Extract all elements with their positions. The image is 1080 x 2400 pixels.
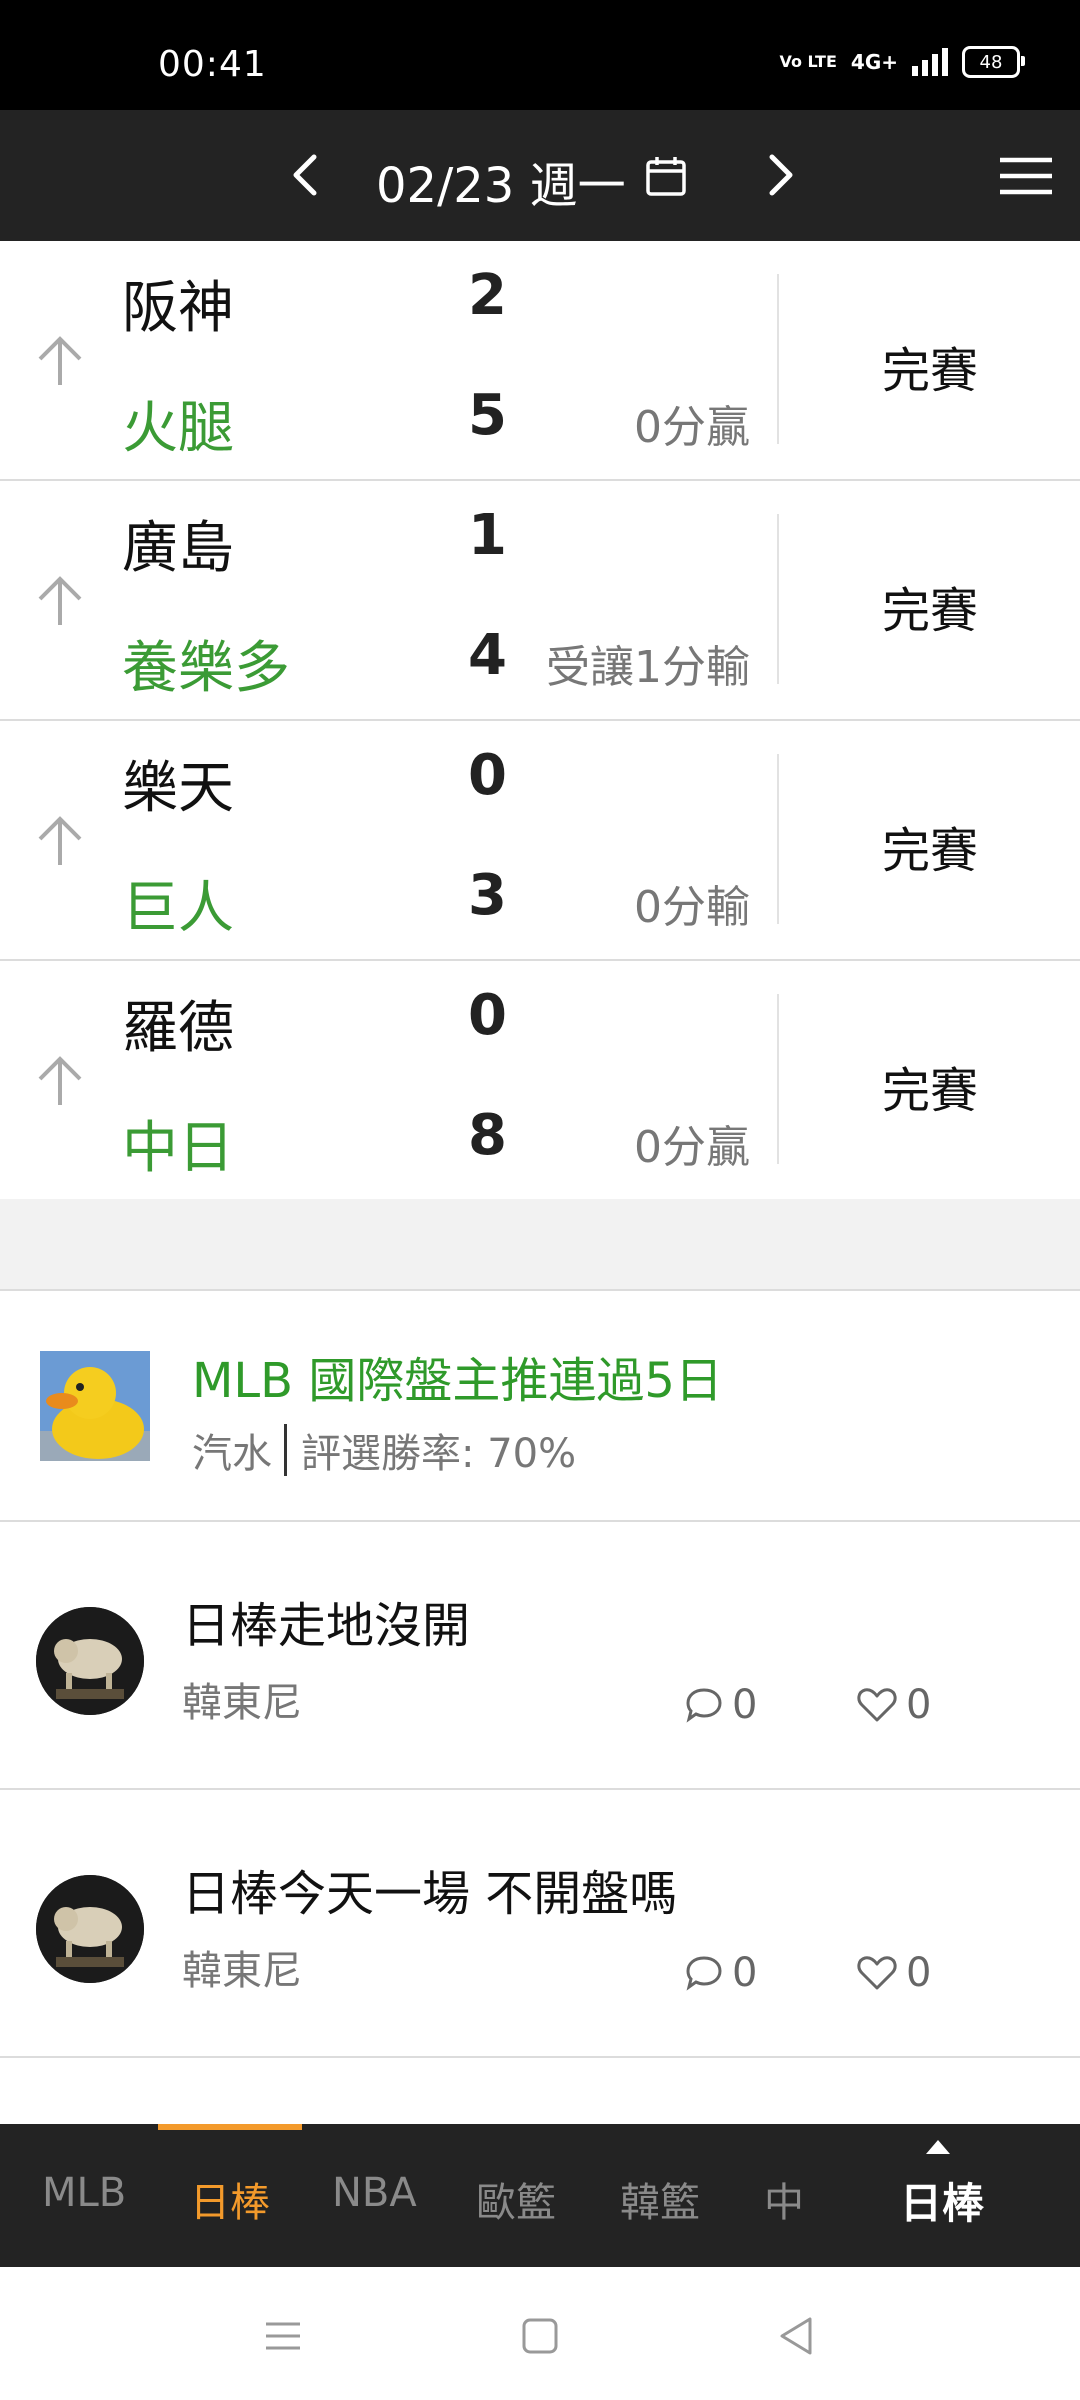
hamburger-menu-icon[interactable] [996, 154, 1056, 198]
calendar-icon[interactable] [644, 154, 688, 198]
home-team: 中日 [122, 1116, 234, 1181]
divider [777, 994, 779, 1164]
game-row[interactable]: 樂天 0 巨人 3 0分輸 完賽 [0, 721, 1080, 961]
previous-day-button[interactable] [270, 140, 340, 210]
like-count: 0 [906, 1682, 932, 1728]
featured-post[interactable]: MLB 國際盤主推連過5日 汽水 評選勝率: 70% [0, 1291, 1080, 1522]
game-status: 完賽 [882, 823, 979, 879]
home-team: 巨人 [122, 876, 234, 941]
caret-up-icon[interactable] [924, 2138, 952, 2156]
divider [777, 514, 779, 684]
arrow-up-icon[interactable] [34, 333, 86, 389]
like-button[interactable]: 0 [856, 1682, 931, 1728]
tab-euro-basketball[interactable]: 歐籃 [476, 2170, 556, 2228]
system-nav-bar [0, 2267, 1080, 2400]
featured-post-meta: 汽水 評選勝率: 70% [192, 1421, 576, 1479]
arrow-up-icon[interactable] [34, 813, 86, 869]
post-author: 韓東尼 [182, 1680, 302, 1726]
forum-post[interactable]: 日棒走地沒開 韓東尼 0 0 [0, 1522, 1080, 1790]
home-score: 4 [468, 623, 507, 688]
tab-korea-basketball[interactable]: 韓籃 [620, 2170, 700, 2228]
bull-statue-avatar [36, 1875, 144, 1983]
status-icons: Vo LTE 4G+ 48 [779, 46, 1025, 78]
battery-icon: 48 [962, 46, 1025, 78]
handicap-result: 0分輸 [634, 882, 750, 933]
comment-count: 0 [732, 1682, 758, 1728]
home-icon[interactable] [515, 2311, 565, 2361]
back-icon[interactable] [772, 2311, 822, 2361]
handicap-result: 0分贏 [634, 1122, 750, 1173]
home-score: 5 [468, 383, 507, 448]
games-list: 阪神 2 火腿 5 0分贏 完賽 廣島 1 養樂多 4 受讓1分輸 完賽 樂天 … [0, 241, 1080, 1201]
game-row[interactable]: 廣島 1 養樂多 4 受讓1分輸 完賽 [0, 481, 1080, 721]
section-spacer [0, 1199, 1080, 1291]
battery-level: 48 [979, 51, 1003, 73]
chevron-right-icon [769, 154, 793, 196]
active-tab-indicator [158, 2124, 302, 2130]
avatar [36, 1607, 144, 1715]
divider [777, 754, 779, 924]
handicap-result: 0分贏 [634, 402, 750, 453]
comment-icon [686, 1956, 722, 1991]
away-score: 2 [468, 263, 507, 328]
comment-count: 0 [732, 1950, 758, 1996]
forum-post[interactable]: 日棒今天一場 不開盤嗎 韓東尼 0 0 [0, 1790, 1080, 2058]
home-team: 火腿 [122, 396, 234, 461]
rubber-duck-thumbnail [40, 1351, 150, 1461]
featured-author: 汽水 [192, 1431, 272, 1477]
handicap-result: 受讓1分輸 [546, 642, 750, 693]
status-bar: 00:41 Vo LTE 4G+ 48 [0, 0, 1080, 110]
game-row[interactable]: 阪神 2 火腿 5 0分贏 完賽 [0, 241, 1080, 481]
status-time: 00:41 [158, 44, 267, 85]
arrow-up-icon[interactable] [34, 573, 86, 629]
chevron-left-icon [293, 154, 317, 196]
bull-statue-avatar [36, 1607, 144, 1715]
comment-button[interactable]: 0 [684, 1682, 757, 1728]
game-status: 完賽 [882, 343, 979, 399]
game-status: 完賽 [882, 1063, 979, 1119]
avatar [36, 1875, 144, 1983]
next-day-button[interactable] [746, 140, 816, 210]
tab-npb[interactable]: 日棒 [190, 2170, 270, 2228]
heart-icon [857, 1956, 897, 1990]
signal-icon [912, 48, 948, 76]
home-team: 養樂多 [122, 636, 290, 701]
current-date[interactable]: 02/23 週一 [376, 146, 626, 216]
league-tab-bar: MLB 日棒 NBA 歐籃 韓籃 中 日棒 [0, 2124, 1080, 2267]
away-score: 0 [468, 743, 507, 808]
meta-separator [284, 1424, 287, 1476]
away-score: 1 [468, 503, 507, 568]
duck-image [40, 1351, 150, 1461]
away-team: 樂天 [122, 756, 234, 821]
network-type: 4G+ [850, 50, 898, 74]
tab-nba[interactable]: NBA [332, 2170, 417, 2216]
like-button[interactable]: 0 [856, 1950, 931, 1996]
tab-chinese[interactable]: 中 [764, 2170, 804, 2228]
home-score: 8 [468, 1103, 507, 1168]
game-status: 完賽 [882, 583, 979, 639]
home-score: 3 [468, 863, 507, 928]
comment-button[interactable]: 0 [684, 1950, 757, 1996]
divider [777, 274, 779, 444]
recent-apps-icon[interactable] [258, 2311, 308, 2361]
game-row[interactable]: 羅德 0 中日 8 0分贏 完賽 [0, 961, 1080, 1201]
featured-post-title[interactable]: MLB 國際盤主推連過5日 [192, 1341, 723, 1411]
post-title[interactable]: 日棒今天一場 不開盤嗎 [182, 1854, 677, 1924]
date-header: 02/23 週一 [0, 110, 1080, 241]
arrow-up-icon[interactable] [34, 1053, 86, 1109]
away-team: 羅德 [122, 996, 234, 1061]
like-count: 0 [906, 1950, 932, 1996]
current-league-selector[interactable]: 日棒 [900, 2170, 984, 2231]
heart-icon [857, 1688, 897, 1722]
away-score: 0 [468, 983, 507, 1048]
tab-mlb[interactable]: MLB [42, 2170, 126, 2216]
volte-indicator: Vo LTE [779, 52, 837, 71]
comment-icon [686, 1688, 722, 1723]
away-team: 廣島 [122, 516, 234, 581]
win-rate: 評選勝率: 70% [301, 1431, 577, 1477]
post-title[interactable]: 日棒走地沒開 [182, 1586, 470, 1656]
away-team: 阪神 [122, 276, 234, 341]
post-author: 韓東尼 [182, 1948, 302, 1994]
